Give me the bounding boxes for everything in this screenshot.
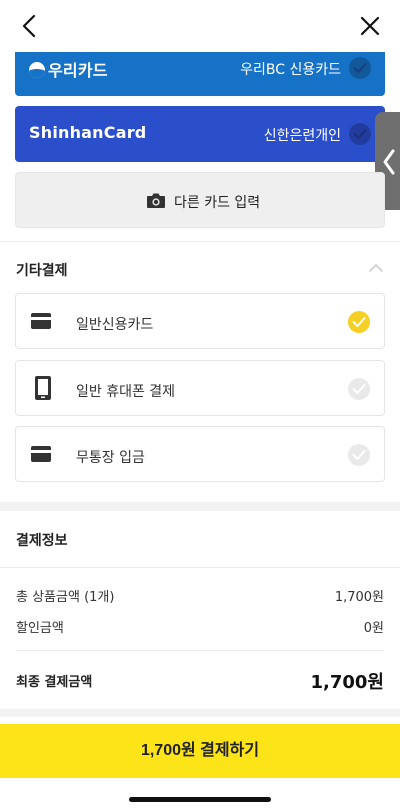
final-amount-value: 1,700원: [310, 672, 385, 693]
payment-option-credit-card[interactable]: 일반신용카드: [15, 293, 385, 349]
pay-button-label: 1,700원 결제하기: [140, 742, 260, 759]
phone-icon: [35, 376, 51, 400]
close-icon: [360, 16, 380, 36]
divider: [16, 650, 384, 651]
pay-button[interactable]: 1,700원 결제하기: [0, 724, 400, 778]
info-label: 할인금액: [16, 621, 64, 636]
card-shinhan-button[interactable]: ShinhanCard 신한은련개인: [15, 106, 385, 162]
top-bar: [0, 0, 400, 52]
info-row-total: 총 상품금액 (1개) 1,700원: [16, 586, 384, 605]
section-divider: [0, 502, 400, 511]
woori-logo-icon: [29, 62, 45, 78]
woori-card-logo: 우리카드: [29, 57, 108, 81]
check-icon: [348, 444, 370, 466]
info-value: 0원: [363, 621, 384, 636]
check-icon: [349, 123, 371, 145]
final-amount-label: 최종 결제금액: [16, 675, 93, 690]
card-name: 신한은련개인: [263, 128, 341, 144]
payment-info-title: 결제정보: [16, 533, 68, 549]
home-indicator: [129, 797, 271, 802]
card-name: 우리BC 신용카드: [240, 62, 341, 78]
check-icon: [348, 378, 370, 400]
chevron-left-icon: [383, 149, 395, 175]
woori-logo-text: 우리카드: [48, 61, 108, 80]
divider: [0, 241, 400, 242]
payment-option-bank-transfer[interactable]: 무통장 입금: [15, 426, 385, 482]
check-icon: [348, 311, 370, 333]
option-label: 일반 휴대폰 결제: [76, 384, 176, 400]
info-label: 총 상품금액 (1개): [16, 590, 115, 605]
section-divider: [0, 709, 400, 717]
payment-option-phone[interactable]: 일반 휴대폰 결제: [15, 360, 385, 416]
chevron-left-icon: [22, 14, 36, 38]
credit-card-icon: [31, 313, 51, 329]
other-card-label: 다른 카드 입력: [174, 195, 261, 211]
close-button[interactable]: [358, 14, 382, 38]
divider: [0, 567, 400, 568]
shinhan-card-logo: ShinhanCard: [29, 123, 147, 142]
camera-icon: [147, 193, 165, 208]
option-label: 무통장 입금: [76, 450, 145, 466]
info-value: 1,700원: [334, 590, 384, 605]
bank-card-icon: [31, 446, 51, 462]
chevron-up-icon[interactable]: [368, 263, 384, 273]
other-payment-title: 기타결제: [16, 263, 68, 279]
back-button[interactable]: [18, 13, 42, 39]
option-label: 일반신용카드: [76, 317, 154, 333]
info-row-discount: 할인금액 0원: [16, 617, 384, 636]
check-icon: [349, 57, 371, 79]
other-card-input-button[interactable]: 다른 카드 입력: [15, 172, 385, 228]
